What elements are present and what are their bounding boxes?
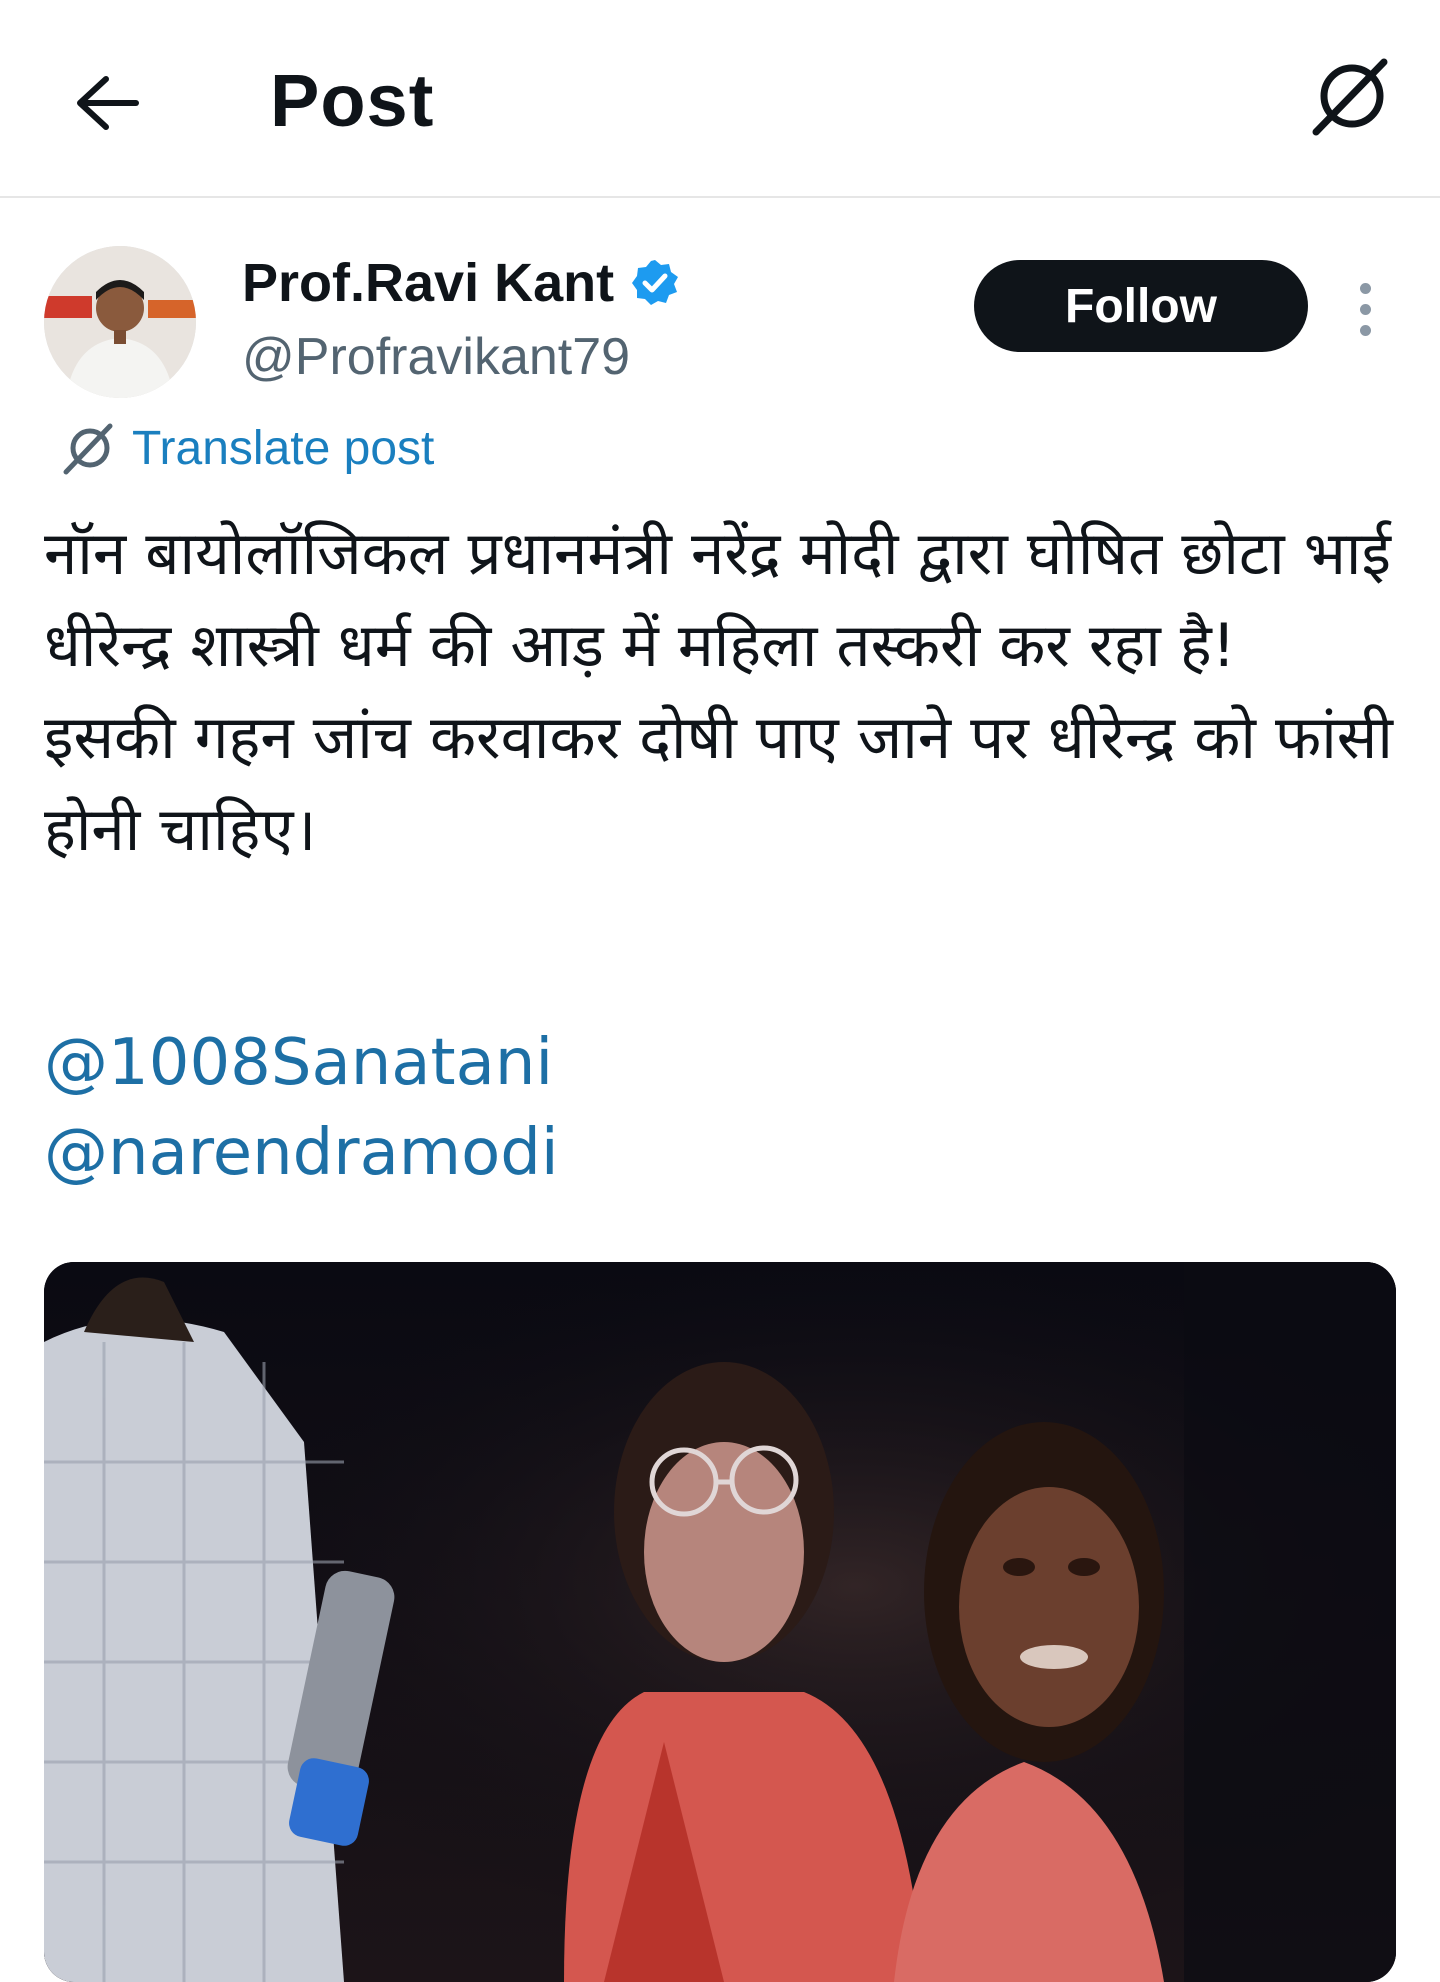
back-button[interactable] — [62, 58, 152, 148]
author-handle[interactable]: @Profravikant79 — [242, 322, 680, 392]
more-options-button[interactable] — [1340, 274, 1390, 344]
profile-photo — [44, 246, 196, 398]
follow-button[interactable]: Follow — [974, 260, 1308, 352]
arrow-left-icon — [77, 76, 139, 130]
translate-post-label: Translate post — [132, 421, 435, 475]
post-paragraph: नॉन बायोलॉजिकल प्रधानमंत्री नरेंद्र मोदी… — [44, 519, 1391, 681]
grok-button[interactable] — [1300, 46, 1400, 146]
more-vertical-icon — [1359, 282, 1371, 294]
mention-link[interactable]: @1008Sanatani — [44, 1018, 553, 1108]
translate-post-link[interactable]: Translate post — [60, 418, 434, 478]
verified-badge-icon — [630, 258, 680, 308]
video-thumbnail — [44, 1262, 1396, 1982]
post-media-video[interactable] — [44, 1262, 1396, 1982]
grok-slash-icon — [1312, 58, 1388, 136]
avatar[interactable] — [44, 246, 196, 398]
page-title: Post — [270, 59, 435, 142]
post-paragraph: इसकी गहन जांच करवाकर दोषी पाए जाने पर धी… — [44, 703, 1393, 865]
top-app-bar: Post — [0, 0, 1440, 198]
mention-link[interactable]: @narendramodi — [44, 1108, 559, 1198]
author-info: Prof.Ravi Kant @Profravikant79 — [242, 248, 680, 392]
author-display-name[interactable]: Prof.Ravi Kant — [242, 248, 614, 318]
grok-slash-icon — [60, 420, 116, 476]
post-body: नॉन बायोलॉजिकल प्रधानमंत्री नरेंद्र मोदी… — [44, 508, 1404, 876]
